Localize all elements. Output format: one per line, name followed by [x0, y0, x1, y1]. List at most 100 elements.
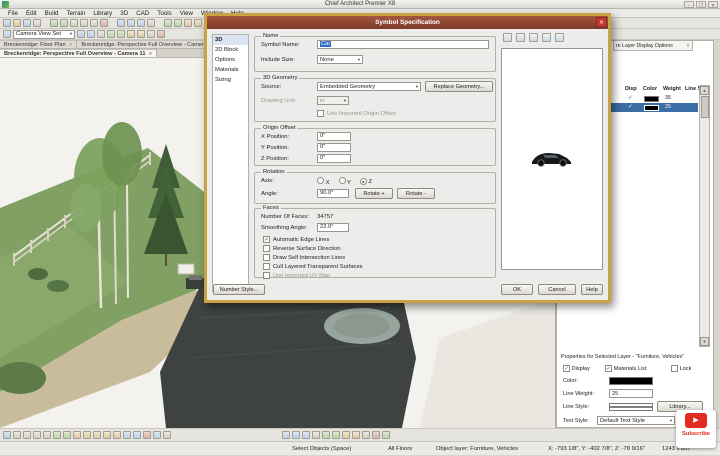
cut-icon[interactable] — [70, 19, 78, 27]
cross-section-icon[interactable] — [163, 431, 171, 439]
ok-button[interactable]: OK — [501, 284, 533, 295]
layer-display-options-tab[interactable]: re Layer Display Options ✕ — [613, 41, 693, 51]
smoothing-angle-input[interactable]: 22.0° — [317, 223, 349, 232]
perspective-camera-icon[interactable] — [77, 30, 85, 38]
materials-list-checkbox[interactable]: ✓ Materials List — [605, 365, 647, 372]
cabinet-tools-icon[interactable] — [184, 19, 192, 27]
menu-terrain[interactable]: Terrain — [62, 9, 89, 17]
rotate-plus-button[interactable]: Rotate + — [355, 188, 393, 199]
tab-close-icon[interactable]: ✕ — [148, 51, 152, 57]
menu-file[interactable]: File — [4, 9, 22, 17]
pan-window-icon[interactable] — [312, 431, 320, 439]
door-icon[interactable] — [73, 431, 81, 439]
cabinet-icon[interactable] — [93, 431, 101, 439]
paste-icon[interactable] — [90, 19, 98, 27]
text-icon[interactable] — [133, 431, 141, 439]
nav-item-sizing[interactable]: Sizing — [213, 75, 248, 85]
window-icon[interactable] — [83, 431, 91, 439]
line-style-swatch[interactable] — [609, 403, 653, 411]
stairs-tools-icon[interactable] — [194, 19, 202, 27]
dialog-close-icon[interactable]: ✕ — [596, 17, 607, 27]
y-position-input[interactable]: 0" — [317, 143, 351, 152]
select-objects-icon[interactable] — [117, 19, 125, 27]
white-vehicle[interactable] — [178, 264, 194, 274]
open-plan-icon[interactable] — [13, 19, 21, 27]
preview-pan-icon[interactable] — [529, 33, 538, 42]
plant-tools-icon[interactable] — [174, 19, 182, 27]
preview-select-icon[interactable] — [503, 33, 512, 42]
cull-layered-transparent-surfaces-checkbox[interactable]: Cull Layered Transparent Surfaces — [263, 263, 363, 270]
preview-zoom-icon[interactable] — [542, 33, 551, 42]
camera-icon[interactable] — [153, 431, 161, 439]
replace-geometry-button[interactable]: Replace Geometry... — [425, 81, 493, 92]
reverse-surface-direction-checkbox[interactable]: Reverse Surface Direction — [263, 245, 341, 252]
minimize-button[interactable]: – — [684, 1, 694, 8]
help-button[interactable]: Help — [581, 284, 603, 295]
tab-floor-plan[interactable]: Breckenridge: Floor Plan ✕ — [0, 40, 77, 48]
roof-icon[interactable] — [113, 431, 121, 439]
stairs-icon[interactable] — [103, 431, 111, 439]
section-view-icon[interactable] — [107, 30, 115, 38]
maximize-button[interactable]: ❐ — [696, 1, 706, 8]
axis-z-radio[interactable]: ● Z — [360, 178, 372, 185]
scroll-down-icon[interactable]: ▼ — [700, 337, 709, 346]
menu-3d[interactable]: 3D — [116, 9, 132, 17]
terrain-tools-icon[interactable] — [164, 19, 172, 27]
terrain-icon[interactable] — [53, 431, 61, 439]
include-size-select[interactable]: None ▾ — [317, 55, 363, 64]
scroll-thumb[interactable] — [701, 96, 709, 118]
tab-close-icon[interactable]: ✕ — [69, 42, 73, 48]
shadow-toggle-icon[interactable] — [137, 30, 145, 38]
sun-angle-icon[interactable] — [382, 431, 390, 439]
delete-camera-icon[interactable] — [157, 30, 165, 38]
layer-color-swatch[interactable] — [609, 377, 653, 385]
menu-cad[interactable]: CAD — [132, 9, 153, 17]
menu-build[interactable]: Build — [41, 9, 63, 17]
menu-library[interactable]: Library — [89, 9, 116, 17]
x-position-input[interactable]: 0" — [317, 132, 351, 141]
draw-self-intersection-lines-checkbox[interactable]: Draw Self Intersection Lines — [263, 254, 345, 261]
axis-y-radio[interactable]: Y — [339, 177, 351, 186]
symbol-preview[interactable] — [501, 48, 603, 270]
display-options-icon[interactable] — [352, 431, 360, 439]
refresh-display-icon[interactable] — [362, 431, 370, 439]
save-icon[interactable] — [23, 19, 31, 27]
col-header-color[interactable]: Color — [643, 86, 657, 92]
row1-display-check[interactable]: ✓ — [628, 95, 633, 101]
line-weight-input[interactable]: 25 — [609, 389, 653, 398]
camera-set-icon[interactable] — [3, 30, 11, 38]
adjust-lights-icon[interactable] — [372, 431, 380, 439]
copy-icon[interactable] — [80, 19, 88, 27]
print-icon[interactable] — [33, 19, 41, 27]
menu-view[interactable]: View — [176, 9, 197, 17]
preview-fill-window-icon[interactable] — [555, 33, 564, 42]
axis-x-radio[interactable]: X — [317, 177, 330, 186]
symbol-name-input[interactable]: Car — [317, 40, 489, 49]
select-objects-icon[interactable] — [3, 431, 11, 439]
display-checkbox[interactable]: ✓ Display — [563, 365, 590, 372]
panel-close-icon[interactable]: ✕ — [686, 43, 690, 49]
zoom-in-icon[interactable] — [282, 431, 290, 439]
walkthrough-icon[interactable] — [97, 30, 105, 38]
number-style-button[interactable]: Number Style... — [213, 284, 265, 295]
row1-color-swatch[interactable] — [644, 96, 659, 102]
col-header-disp[interactable]: Disp — [625, 86, 637, 92]
bush[interactable] — [28, 268, 48, 280]
sun-settings-icon[interactable] — [127, 30, 135, 38]
plant-icon[interactable] — [63, 431, 71, 439]
cancel-button[interactable]: Cancel — [538, 284, 576, 295]
tab-perspective-overview-active[interactable]: Breckenridge: Perspective Full Overview … — [0, 49, 157, 57]
close-button[interactable]: ✕ — [708, 1, 718, 8]
layers-icon[interactable] — [342, 431, 350, 439]
text-style-dropdown[interactable]: Default Text Style ▾ — [597, 416, 675, 425]
orthographic-camera-icon[interactable] — [87, 30, 95, 38]
rotate-minus-button[interactable]: Rotate - — [397, 188, 435, 199]
automatic-edge-lines-checkbox[interactable]: ✓Automatic Edge Lines — [263, 236, 329, 243]
fill-window-icon[interactable] — [147, 19, 155, 27]
subscribe-card[interactable]: ▶ Subscribe — [676, 410, 716, 448]
cad-arc-icon[interactable] — [23, 431, 31, 439]
fill-window-icon[interactable] — [302, 431, 310, 439]
subscribe-label[interactable]: Subscribe — [676, 431, 716, 437]
edit-camera-icon[interactable] — [147, 30, 155, 38]
new-plan-icon[interactable] — [3, 19, 11, 27]
